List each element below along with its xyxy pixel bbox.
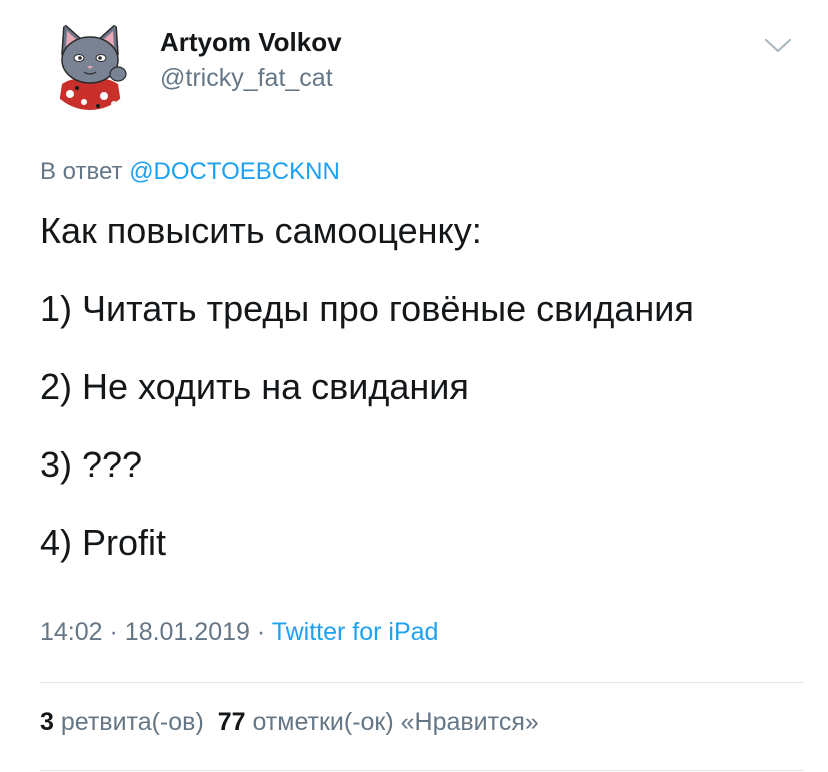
tweet-line: 3) ??? bbox=[40, 444, 143, 485]
more-menu-button[interactable] bbox=[764, 37, 792, 55]
tweet-line: 1) Читать треды про говёные свидания bbox=[40, 288, 694, 329]
author-name[interactable]: Artyom Volkov bbox=[160, 27, 342, 58]
tweet-line: 2) Не ходить на свидания bbox=[40, 366, 469, 407]
likes-count: 77 bbox=[217, 708, 246, 736]
cat-avatar-icon bbox=[58, 22, 127, 110]
reply-mention-link[interactable]: @DOCTOEBCKNN bbox=[129, 158, 340, 185]
meta-separator: · bbox=[256, 618, 266, 646]
tweet-time: 14:02 bbox=[40, 618, 103, 646]
retweets-count: 3 bbox=[40, 708, 54, 736]
meta-separator: · bbox=[109, 618, 118, 646]
tweet-text: Как повысить самооценку: 1) Читать треды… bbox=[40, 210, 694, 600]
divider bbox=[40, 770, 804, 771]
tweet-meta: 14:02 · 18.01.2019 · Twitter for iPad bbox=[40, 618, 438, 647]
tweet-source-link[interactable]: Twitter for iPad bbox=[272, 618, 439, 646]
reply-prefix: В ответ bbox=[40, 158, 123, 185]
tweet-line: Как повысить самооценку: bbox=[40, 210, 482, 251]
retweets-stat[interactable]: 3 ретвита(-ов) bbox=[40, 708, 204, 736]
likes-stat[interactable]: 77 отметки(-ок) «Нравится» bbox=[218, 708, 539, 736]
likes-label: отметки(-ок) «Нравится» bbox=[252, 708, 539, 736]
reply-context: В ответ @DOCTOEBCKNN bbox=[40, 158, 340, 186]
divider bbox=[40, 682, 804, 683]
chevron-down-icon bbox=[764, 38, 792, 53]
tweet-stats: 3 ретвита(-ов) 77 отметки(-ок) «Нравится… bbox=[40, 708, 539, 737]
avatar[interactable] bbox=[44, 18, 136, 110]
tweet-line: 4) Profit bbox=[40, 522, 167, 563]
tweet-date: 18.01.2019 bbox=[124, 618, 250, 646]
retweets-label: ретвита(-ов) bbox=[60, 708, 204, 736]
author-handle[interactable]: @tricky_fat_cat bbox=[160, 64, 333, 93]
